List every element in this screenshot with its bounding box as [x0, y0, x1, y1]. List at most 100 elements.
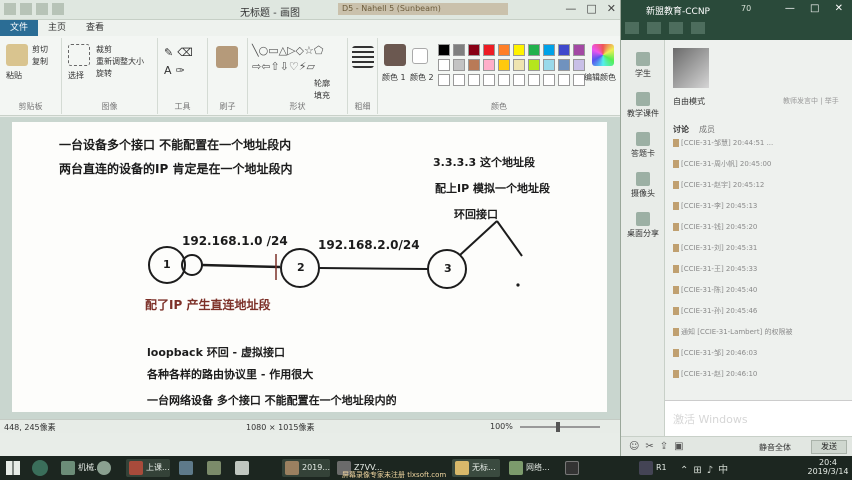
paste-button[interactable]: 粘贴 — [6, 70, 22, 81]
palette-swatch[interactable] — [453, 44, 465, 56]
tab-file[interactable]: 文件 — [0, 20, 39, 36]
zoom-slider[interactable] — [520, 426, 600, 428]
copy-button[interactable]: 复制 — [32, 56, 48, 67]
palette-swatch[interactable] — [558, 44, 570, 56]
tools-group: ✎⌫ A✑ 工具 — [158, 38, 208, 114]
chat-window-controls[interactable]: — □ ✕ — [785, 3, 849, 14]
chat-input-area[interactable]: 激活 Windows — [665, 400, 852, 436]
sidebar-item-camera[interactable]: 摄像头 — [621, 172, 665, 199]
palette-swatch[interactable] — [498, 59, 510, 71]
maximize-button[interactable]: □ — [586, 2, 596, 15]
message-lock-icon — [673, 181, 679, 189]
palette-swatch-custom[interactable] — [513, 74, 525, 86]
taskbar-item-12[interactable]: R1 — [636, 459, 672, 477]
start-icon[interactable] — [6, 461, 20, 475]
tray-icons[interactable]: ⌃⊞♪中 — [680, 461, 733, 476]
palette-swatch[interactable] — [438, 59, 450, 71]
quick-access-toolbar — [4, 3, 64, 15]
camera-icon[interactable] — [669, 22, 683, 34]
palette-swatch[interactable] — [543, 44, 555, 56]
line-size-icon[interactable] — [352, 46, 374, 68]
redo-icon[interactable] — [52, 3, 64, 15]
palette-swatch-custom[interactable] — [543, 74, 555, 86]
palette-swatch-custom[interactable] — [558, 74, 570, 86]
edit-colors-icon[interactable] — [592, 44, 614, 66]
color1-swatch[interactable] — [384, 44, 406, 66]
shapes-gallery-icon[interactable]: ╲○▭△▷◇☆⬠ — [252, 44, 323, 57]
crop-button[interactable]: 裁剪 — [96, 44, 112, 55]
taskbar-item-4[interactable] — [176, 459, 202, 477]
outline-button[interactable]: 轮廓 — [314, 78, 330, 89]
select-button[interactable]: 选择 — [68, 70, 84, 81]
sidebar-item-courseware[interactable]: 教学课件 — [621, 92, 665, 119]
palette-swatch-custom[interactable] — [483, 74, 495, 86]
app-icon — [455, 461, 469, 475]
taskbar-item-11[interactable] — [562, 459, 592, 477]
send-button[interactable]: 发送 — [811, 440, 847, 454]
taskbar-item-3[interactable]: 上课... — [126, 459, 170, 477]
taskbar-item-1[interactable]: 机械... — [58, 459, 102, 477]
mute-all-button[interactable]: 静音全体 — [759, 442, 791, 453]
palette-swatch[interactable] — [528, 44, 540, 56]
palette-swatch[interactable] — [558, 59, 570, 71]
select-icon — [68, 44, 90, 66]
palette-swatch[interactable] — [468, 59, 480, 71]
message-lock-icon — [673, 265, 679, 273]
palette-swatch[interactable] — [528, 59, 540, 71]
undo-icon[interactable] — [36, 3, 48, 15]
palette-swatch-custom[interactable] — [438, 74, 450, 86]
palette-swatch-custom[interactable] — [468, 74, 480, 86]
palette-swatch-custom[interactable] — [528, 74, 540, 86]
tab-view[interactable]: 查看 — [76, 20, 114, 36]
rotate-button[interactable]: 旋转 — [96, 68, 112, 79]
speaker-icon[interactable] — [647, 22, 661, 34]
taskbar-item-9[interactable]: 无标... — [452, 459, 500, 477]
resize-button[interactable]: 重新调整大小 — [96, 56, 144, 67]
brush-icon[interactable] — [216, 46, 238, 68]
palette-swatch[interactable] — [543, 59, 555, 71]
sidebar-item-screen-share[interactable]: 桌面分享 — [621, 212, 665, 239]
drawing-canvas[interactable]: 一台设备多个接口 不能配置在一个地址段内 两台直连的设备的IP 肯定是在一个地址… — [12, 122, 607, 412]
taskbar-item-7[interactable]: 2019... — [282, 459, 330, 477]
brushes-label: 刷子 — [219, 102, 236, 111]
palette-swatch[interactable] — [483, 44, 495, 56]
tab-discussion[interactable]: 讨论 — [673, 124, 689, 135]
tab-members[interactable]: 成员 — [699, 124, 715, 135]
fill-icon[interactable]: A✑ — [164, 64, 189, 77]
close-button[interactable]: ✕ — [607, 2, 616, 15]
palette-swatch[interactable] — [438, 44, 450, 56]
palette-swatch[interactable] — [453, 59, 465, 71]
sidebar-item-student[interactable]: 学生 — [621, 52, 665, 79]
node-label-2: 2 — [297, 261, 305, 274]
save-icon[interactable] — [20, 3, 32, 15]
palette-swatch[interactable] — [513, 44, 525, 56]
palette-swatch[interactable] — [573, 59, 585, 71]
shape-fill-button[interactable]: 填充 — [314, 90, 330, 101]
zoom-slider-thumb[interactable] — [556, 422, 560, 432]
tab-home[interactable]: 主页 — [38, 20, 76, 36]
chat-message: [CCIE-31-赵] 20:46:10 — [681, 370, 758, 378]
pencil-icon[interactable]: ✎⌫ — [164, 46, 197, 59]
palette-swatch[interactable] — [483, 59, 495, 71]
chat-tool-icons[interactable]: ☺✂⇪▣ — [629, 441, 690, 452]
edit-colors-button[interactable]: 编辑颜色 — [584, 72, 616, 83]
cut-button[interactable]: 剪切 — [32, 44, 48, 55]
taskbar-item-10[interactable]: 网络... — [506, 459, 556, 477]
clock[interactable]: 20:4 2019/3/14 — [806, 458, 850, 476]
palette-swatch[interactable] — [498, 44, 510, 56]
taskbar-item-2[interactable] — [94, 459, 120, 477]
mic-icon[interactable] — [625, 22, 639, 34]
palette-swatch-custom[interactable] — [498, 74, 510, 86]
taskbar-item-6[interactable] — [232, 459, 258, 477]
search-icon[interactable] — [32, 460, 48, 476]
palette-swatch[interactable] — [468, 44, 480, 56]
palette-swatch-custom[interactable] — [453, 74, 465, 86]
palette-swatch[interactable] — [513, 59, 525, 71]
minimize-button[interactable]: — — [565, 2, 576, 15]
sidebar-item-answer-card[interactable]: 答题卡 — [621, 132, 665, 159]
settings-icon[interactable] — [691, 22, 705, 34]
palette-swatch[interactable] — [573, 44, 585, 56]
taskbar-item-5[interactable] — [204, 459, 230, 477]
shapes-gallery-row2-icon[interactable]: ⇨⇦⇧⇩♡⚡▱ — [252, 60, 315, 73]
color2-swatch[interactable] — [412, 48, 428, 64]
